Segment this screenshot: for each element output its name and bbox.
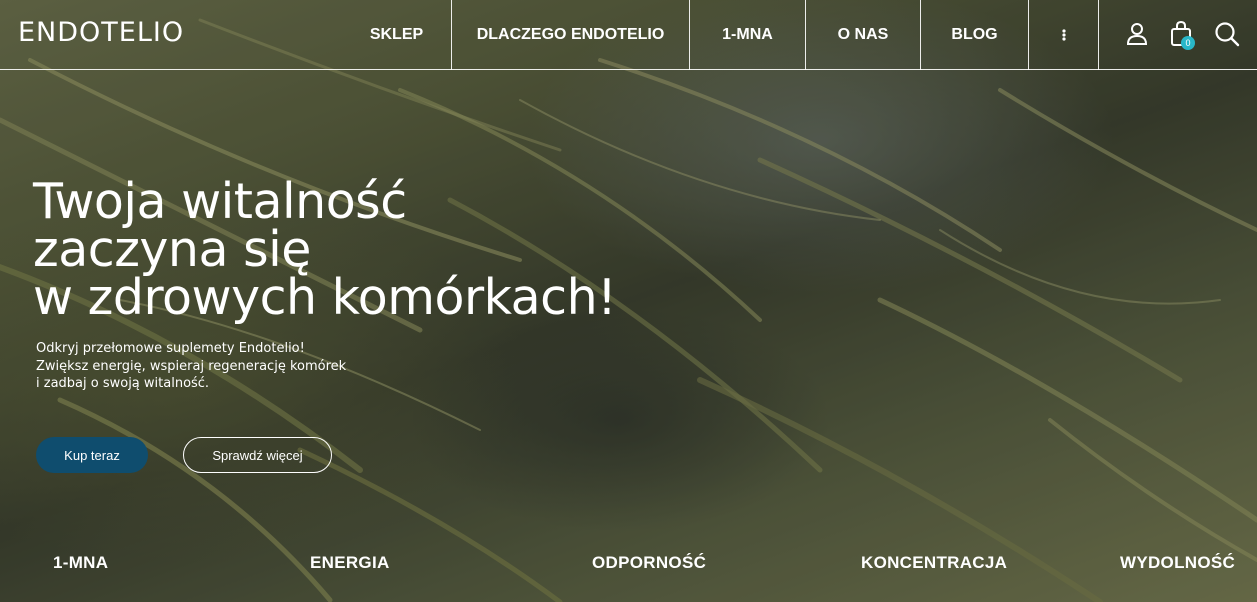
account-button[interactable]: [1123, 20, 1151, 48]
hero-subtitle: Odkryj przełomowe suplemety Endotelio! Z…: [36, 340, 346, 393]
nav-item-1-mna[interactable]: 1-MNA: [690, 0, 806, 70]
hero-subtitle-line: Odkryj przełomowe suplemety Endotelio!: [36, 341, 305, 356]
cart-count-badge: 0: [1181, 36, 1195, 50]
category-link-odpornosc[interactable]: ODPORNOŚĆ: [592, 553, 706, 573]
user-icon: [1126, 23, 1148, 45]
hero-title-line: zaczyna się: [33, 221, 311, 278]
main-nav: SKLEP DLACZEGO ENDOTELIO 1-MNA O NAS BLO…: [342, 0, 1028, 70]
nav-item-o-nas[interactable]: O NAS: [806, 0, 921, 70]
search-icon: [1215, 22, 1240, 47]
buy-now-button[interactable]: Kup teraz: [36, 437, 148, 473]
learn-more-button[interactable]: Sprawdź więcej: [183, 437, 332, 473]
hero-title-line: w zdrowych komórkach!: [33, 269, 617, 326]
nav-item-blog[interactable]: BLOG: [921, 0, 1028, 70]
nav-item-dlaczego-endotelio[interactable]: DLACZEGO ENDOTELIO: [452, 0, 690, 70]
site-logo[interactable]: ENDOTELIO: [18, 17, 184, 48]
category-link-wydolnosc[interactable]: WYDOLNOŚĆ: [1120, 553, 1235, 573]
hero-title: Twoja witalność zaczyna się w zdrowych k…: [33, 173, 673, 326]
hero-title-line: Twoja witalność: [33, 173, 407, 230]
category-link-koncentracja[interactable]: KONCENTRACJA: [861, 553, 1007, 573]
site-header: ENDOTELIO SKLEP DLACZEGO ENDOTELIO 1-MNA…: [0, 0, 1257, 70]
hero-subtitle-line: Zwiększ energię, wspieraj regenerację ko…: [36, 358, 347, 374]
vertical-dots-icon: [1061, 29, 1066, 41]
hero-subtitle-line: i zadbaj o swoją witalność.: [36, 376, 210, 391]
cart-button[interactable]: 0: [1167, 20, 1195, 50]
nav-item-sklep[interactable]: SKLEP: [342, 0, 452, 70]
nav-more-button[interactable]: [1028, 0, 1099, 70]
category-link-energia[interactable]: ENERGIA: [310, 553, 390, 573]
search-button[interactable]: [1213, 20, 1241, 48]
category-link-1-mna[interactable]: 1-MNA: [53, 553, 108, 573]
